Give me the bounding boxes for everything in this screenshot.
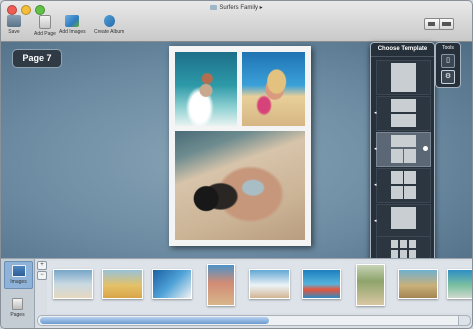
create-album-button[interactable]: Create Album [94, 15, 124, 35]
image-thumbnail[interactable] [102, 269, 143, 299]
image-thumbnail[interactable] [302, 269, 341, 299]
view-double-icon[interactable] [438, 19, 454, 29]
view-switcher[interactable] [424, 18, 454, 30]
scrollbar-thumb[interactable] [40, 317, 269, 324]
document-icon [210, 4, 218, 10]
choose-template-panel: Choose Template ◂ ◂ ◂ ◂ [370, 42, 435, 271]
selected-indicator-icon [423, 146, 428, 151]
choose-template-title: Choose Template [371, 43, 434, 57]
tab-images[interactable]: Images [4, 261, 33, 289]
image-browser: Images Pages + − [1, 258, 472, 328]
page-number-badge: Page 7 [12, 49, 62, 68]
template-arrow-icon: ◂ [374, 182, 377, 188]
save-button[interactable]: Save [7, 15, 21, 35]
title-bar: Surfers Family ▸ Save Add Page Add Image… [1, 1, 472, 42]
thumbnail-strip [47, 261, 472, 313]
app-window: Surfers Family ▸ Save Add Page Add Image… [0, 0, 473, 329]
image-thumbnail[interactable] [53, 269, 93, 299]
gear-icon: ⚙ [444, 73, 452, 80]
create-album-icon [103, 15, 115, 27]
pages-icon [12, 298, 23, 310]
template-two-stacked[interactable]: ◂ [374, 96, 431, 131]
page-layout-icon: ▯ [446, 57, 450, 64]
zoom-out-button[interactable]: − [37, 271, 47, 280]
add-page-label: Add Page [34, 31, 56, 37]
image-thumbnail[interactable] [447, 269, 472, 299]
zoom-in-button[interactable]: + [37, 261, 47, 270]
photo-slot-bottom[interactable] [175, 131, 305, 240]
settings-tool-button[interactable]: ⚙ [441, 70, 455, 84]
template-four-grid[interactable]: ◂ [374, 168, 431, 203]
add-images-label: Add Images [59, 29, 86, 35]
image-thumbnail[interactable] [356, 264, 385, 306]
window-title-text: Surfers Family [219, 5, 258, 11]
image-thumbnail[interactable] [398, 269, 438, 299]
add-page-button[interactable]: Add Page [34, 15, 56, 37]
template-single-photo-small[interactable]: ◂ [374, 204, 431, 239]
add-images-button[interactable]: Add Images [59, 15, 86, 35]
tools-panel: Tools ▯ ⚙ [435, 42, 461, 88]
add-page-icon [38, 15, 51, 29]
image-thumbnail[interactable] [207, 264, 235, 306]
photo-slot-top-right[interactable] [242, 52, 305, 126]
page-layout-tool-button[interactable]: ▯ [441, 54, 455, 68]
photo-slot-top-left[interactable] [175, 52, 237, 126]
album-page [169, 46, 311, 246]
image-thumbnail[interactable] [249, 269, 290, 299]
tab-images-label: Images [10, 279, 27, 285]
tools-title: Tools [442, 45, 454, 51]
tab-pages[interactable]: Pages [4, 295, 31, 321]
view-single-icon[interactable] [425, 19, 439, 29]
create-album-label: Create Album [94, 29, 125, 35]
browser-side-tabs: Images Pages [1, 259, 35, 328]
template-arrow-icon: ◂ [374, 110, 377, 116]
add-images-icon [65, 15, 80, 27]
window-title: Surfers Family ▸ [1, 4, 472, 11]
save-label: Save [8, 29, 20, 35]
save-icon [7, 15, 21, 27]
thumbnail-scrollbar[interactable] [37, 315, 471, 326]
template-arrow-icon: ◂ [374, 146, 377, 152]
template-three-photo[interactable]: ◂ [374, 132, 431, 167]
images-icon [11, 265, 26, 277]
template-arrow-icon: ◂ [374, 218, 377, 224]
scroll-arrows[interactable] [458, 315, 471, 326]
template-single-photo[interactable] [376, 60, 431, 95]
tab-pages-label: Pages [10, 312, 25, 318]
image-thumbnail[interactable] [152, 269, 192, 299]
